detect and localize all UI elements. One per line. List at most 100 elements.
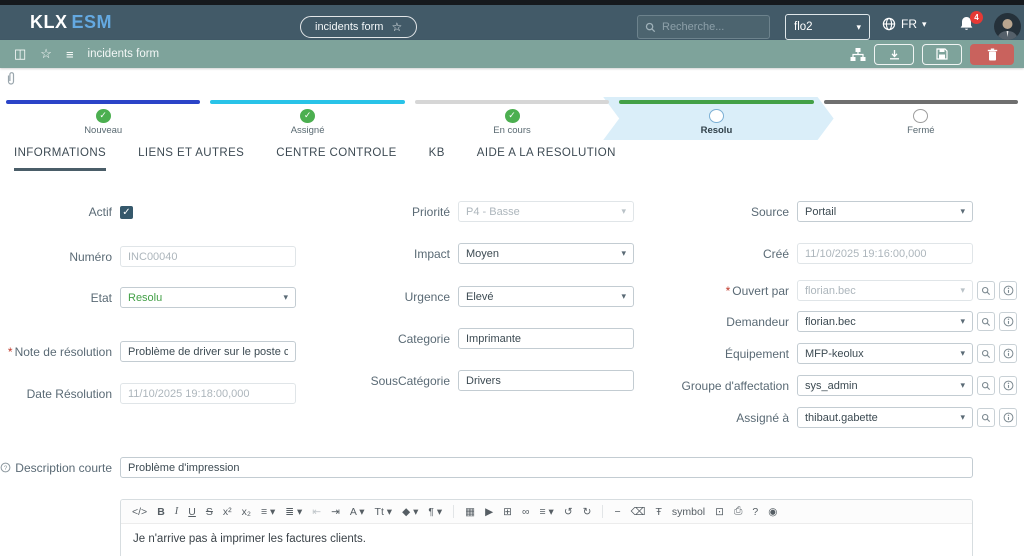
italic-icon[interactable]: I <box>172 506 182 517</box>
paragraph-format-icon[interactable]: ¶ ▾ <box>425 506 445 518</box>
tab-aide-a-la-resolution[interactable]: AIDE A LA RESOLUTION <box>477 147 616 171</box>
description-courte-label: ? Description courte <box>0 461 120 475</box>
tab-centre-controle[interactable]: CENTRE CONTROLE <box>276 147 396 171</box>
step-ferme: Fermé <box>824 100 1018 136</box>
assigne-a-search-button[interactable] <box>977 408 995 427</box>
demandeur-search-button[interactable] <box>977 312 995 331</box>
underline-icon[interactable]: U <box>185 506 199 518</box>
favorite-star-icon[interactable]: ☆ <box>40 46 52 62</box>
description-text[interactable]: Je n'arrive pas à imprimer les factures … <box>121 524 972 554</box>
indent-icon[interactable]: ⇥ <box>328 506 343 518</box>
source-select[interactable]: Portail ▾ <box>797 201 973 222</box>
bold-icon[interactable]: B <box>154 506 168 518</box>
assigne-a-label: Assigné à <box>658 411 797 425</box>
workflow-sitemap-icon[interactable] <box>850 47 866 62</box>
clear-formatting-icon[interactable]: Ŧ <box>652 506 664 518</box>
strikethrough-icon[interactable]: S <box>203 506 216 518</box>
breadcrumb: incidents form <box>88 48 160 60</box>
chevron-down-icon: ▾ <box>960 413 965 422</box>
description-courte-input[interactable] <box>120 457 973 478</box>
favorite-star-icon[interactable]: ☆ <box>391 20 402 34</box>
note-resolution-input[interactable] <box>120 341 296 362</box>
symbol-button[interactable]: symbol <box>669 506 708 518</box>
equipement-select[interactable]: MFP-keolux ▾ <box>797 343 973 364</box>
ouvert-par-search-button[interactable] <box>977 281 995 300</box>
equipement-value: MFP-keolux <box>805 348 864 360</box>
etat-value: Resolu <box>128 292 162 304</box>
help-circle-icon: ? <box>0 462 11 473</box>
font-size-icon[interactable]: Tt ▾ <box>372 506 396 518</box>
horizontal-rule-icon[interactable]: − <box>611 506 623 518</box>
equipement-search-button[interactable] <box>977 344 995 363</box>
magnifier-icon <box>981 317 991 327</box>
assigne-a-value: thibaut.gabette <box>805 412 878 424</box>
insert-video-icon[interactable]: ▶ <box>482 506 496 518</box>
export-download-button[interactable] <box>874 44 914 65</box>
ouvert-par-value: florian.bec <box>805 285 856 297</box>
description-editor[interactable]: </> B I U S x² x₂ ≡ ▾ ≣ ▾ ⇤ ⇥ A ▾ Tt ▾ ◆… <box>120 499 973 556</box>
menu-hamburger-icon[interactable]: ≡ <box>66 47 74 62</box>
align-icon[interactable]: ≡ ▾ <box>536 506 556 518</box>
search-input[interactable] <box>662 21 762 33</box>
numbered-list-icon[interactable]: ≣ ▾ <box>282 506 305 518</box>
demandeur-info-button[interactable] <box>999 312 1017 331</box>
bullet-list-icon[interactable]: ≡ ▾ <box>258 506 278 518</box>
tab-informations[interactable]: INFORMATIONS <box>14 147 106 171</box>
actif-checkbox[interactable]: ✓ <box>120 206 133 219</box>
eraser-icon[interactable]: ⌫ <box>628 506 649 518</box>
groupe-affectation-info-button[interactable] <box>999 376 1017 395</box>
info-icon <box>1003 348 1014 359</box>
font-color-icon[interactable]: A ▾ <box>347 506 368 518</box>
print-icon[interactable]: ⎙ <box>731 505 745 518</box>
redo-icon[interactable]: ↻ <box>580 506 595 518</box>
insert-link-icon[interactable]: ∞ <box>519 506 533 518</box>
attachment-paperclip-icon[interactable] <box>6 72 16 86</box>
tab-liens-et-autres[interactable]: LIENS ET AUTRES <box>138 147 244 171</box>
assigne-a-select[interactable]: thibaut.gabette ▾ <box>797 407 973 428</box>
current-form-pill[interactable]: incidents form ☆ <box>300 16 417 38</box>
save-button[interactable] <box>922 44 962 65</box>
side-panel-icon[interactable]: ◫ <box>14 46 26 62</box>
urgence-label: Urgence <box>300 290 458 304</box>
step-resolu: Resolu <box>619 100 813 136</box>
insert-image-icon[interactable]: ▦ <box>462 506 478 518</box>
editor-help-icon[interactable]: ? <box>749 506 761 518</box>
global-search[interactable] <box>637 15 770 39</box>
groupe-affectation-select[interactable]: sys_admin ▾ <box>797 375 973 396</box>
step-label: Resolu <box>701 125 733 136</box>
urgence-select[interactable]: Elevé ▾ <box>458 286 634 307</box>
language-selector[interactable]: FR ▾ <box>882 17 927 31</box>
tab-kb[interactable]: KB <box>429 147 445 171</box>
download-icon <box>888 48 901 61</box>
etat-select[interactable]: Resolu ▾ <box>120 287 296 308</box>
superscript-icon[interactable]: x² <box>220 506 235 518</box>
equipement-info-button[interactable] <box>999 344 1017 363</box>
form-column-right: Source Portail ▾ Créé *Ouvert par floria… <box>658 201 1024 428</box>
profile-selector[interactable]: flo2 ▾ <box>785 14 870 40</box>
delete-button[interactable] <box>970 44 1014 65</box>
undo-icon[interactable]: ↺ <box>561 506 576 518</box>
code-view-icon[interactable]: </> <box>129 506 150 518</box>
notifications-bell[interactable]: 4 <box>958 15 980 37</box>
demandeur-select[interactable]: florian.bec ▾ <box>797 311 973 332</box>
ouvert-par-info-button[interactable] <box>999 281 1017 300</box>
fullscreen-icon[interactable]: ⊡ <box>712 506 727 518</box>
chevron-down-icon: ▾ <box>283 293 288 302</box>
form-tabs: INFORMATIONS LIENS ET AUTRES CENTRE CONT… <box>14 147 616 171</box>
subscript-icon[interactable]: x₂ <box>239 506 254 518</box>
step-assigne: ✓ Assigné <box>210 100 404 136</box>
priorite-value: P4 - Basse <box>466 206 520 218</box>
insert-table-icon[interactable]: ⊞ <box>500 506 515 518</box>
highlight-color-icon[interactable]: ◆ ▾ <box>399 506 421 518</box>
categorie-input[interactable] <box>458 328 634 349</box>
assigne-a-info-button[interactable] <box>999 408 1017 427</box>
user-avatar[interactable] <box>994 13 1021 40</box>
impact-select[interactable]: Moyen ▾ <box>458 243 634 264</box>
outdent-icon[interactable]: ⇤ <box>309 506 324 518</box>
sous-categorie-input[interactable] <box>458 370 634 391</box>
logo-klx: KLX <box>30 12 68 32</box>
step-circle-icon <box>913 109 928 123</box>
preview-eye-icon[interactable]: ◉ <box>765 506 780 518</box>
groupe-affectation-search-button[interactable] <box>977 376 995 395</box>
etat-label: Etat <box>0 291 120 305</box>
